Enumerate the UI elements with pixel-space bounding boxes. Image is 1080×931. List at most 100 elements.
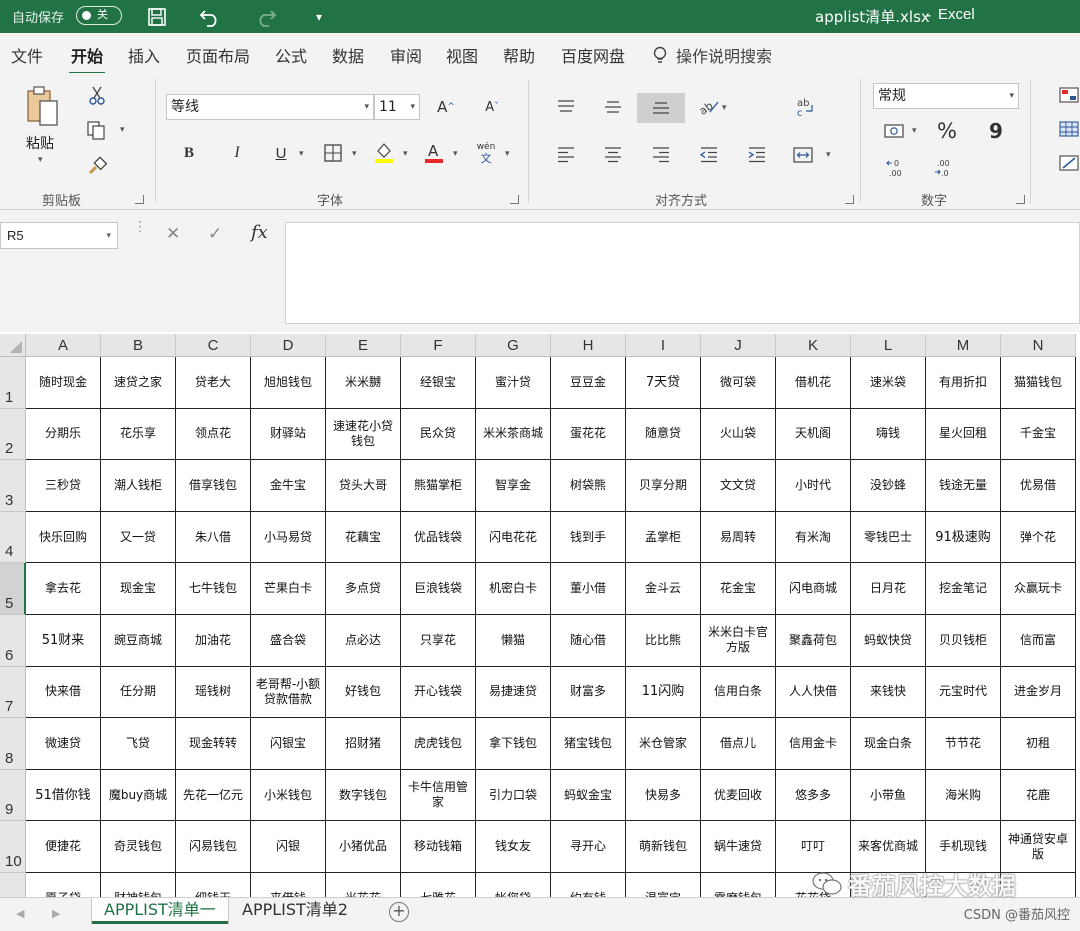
- tab-review[interactable]: 审阅: [390, 43, 422, 67]
- tab-data[interactable]: 数据: [332, 43, 364, 67]
- underline-button[interactable]: U: [270, 141, 292, 165]
- cell-i1[interactable]: 7天贷: [626, 357, 701, 409]
- cell-a11[interactable]: 原子贷: [26, 873, 101, 899]
- cell-i5[interactable]: 金斗云: [626, 563, 701, 615]
- cell-h2[interactable]: 蛋花花: [551, 408, 626, 461]
- row-header-5[interactable]: 5: [0, 563, 26, 615]
- font-launcher-icon[interactable]: [510, 195, 519, 204]
- borders-icon[interactable]: [321, 141, 345, 165]
- cell-h9[interactable]: 蚂蚁金宝: [551, 769, 626, 822]
- cell-e10[interactable]: 小猪优品: [326, 821, 401, 873]
- column-header-h[interactable]: H: [551, 334, 626, 357]
- bold-button[interactable]: B: [178, 141, 200, 165]
- cell-b5[interactable]: 现金宝: [101, 563, 176, 615]
- cell-a7[interactable]: 快来借: [26, 666, 101, 719]
- column-header-m[interactable]: M: [926, 334, 1001, 357]
- cell-k1[interactable]: 借机花: [776, 357, 851, 409]
- cell-g8[interactable]: 拿下钱包: [476, 718, 551, 770]
- cell-g7[interactable]: 易捷速贷: [476, 666, 551, 719]
- copy-icon[interactable]: [84, 119, 108, 141]
- clipboard-launcher-icon[interactable]: [135, 195, 144, 204]
- cell-d3[interactable]: 金牛宝: [251, 460, 326, 512]
- cell-l7[interactable]: 来钱快: [851, 666, 926, 719]
- cell-e9[interactable]: 数字钱包: [326, 769, 401, 822]
- row-header-2[interactable]: 2: [0, 408, 26, 461]
- cell-k9[interactable]: 悠多多: [776, 769, 851, 822]
- cell-k2[interactable]: 天机阁: [776, 408, 851, 461]
- select-all-button[interactable]: [0, 334, 26, 357]
- phonetic-dropdown-icon[interactable]: ▾: [505, 149, 510, 159]
- format-as-table-icon[interactable]: [1058, 119, 1080, 139]
- cell-l1[interactable]: 速米袋: [851, 357, 926, 409]
- tab-formulas[interactable]: 公式: [275, 43, 307, 67]
- cell-f7[interactable]: 开心钱袋: [401, 666, 476, 719]
- cell-g3[interactable]: 智享金: [476, 460, 551, 512]
- accounting-format-icon[interactable]: [882, 119, 908, 143]
- cell-k4[interactable]: 有米淘: [776, 511, 851, 564]
- cell-n2[interactable]: 千金宝: [1001, 408, 1076, 461]
- cell-a2[interactable]: 分期乐: [26, 408, 101, 461]
- cell-f3[interactable]: 熊猫掌柜: [401, 460, 476, 512]
- cell-j4[interactable]: 易周转: [701, 511, 776, 564]
- cell-a4[interactable]: 快乐回购: [26, 511, 101, 564]
- comma-style-button[interactable]: 9: [984, 117, 1008, 145]
- cell-n6[interactable]: 信而富: [1001, 615, 1076, 667]
- insert-function-button[interactable]: fx: [251, 222, 268, 243]
- font-size-combo[interactable]: 11 ▾: [374, 94, 420, 120]
- cell-h7[interactable]: 财富多: [551, 666, 626, 719]
- cell-m4[interactable]: 91极速购: [926, 511, 1001, 564]
- cell-b4[interactable]: 又一贷: [101, 511, 176, 564]
- cell-a3[interactable]: 三秒贷: [26, 460, 101, 512]
- cell-j2[interactable]: 火山袋: [701, 408, 776, 461]
- column-header-f[interactable]: F: [401, 334, 476, 357]
- cell-c11[interactable]: 细钱天: [176, 873, 251, 899]
- enter-icon[interactable]: ✓: [208, 224, 222, 244]
- cell-m6[interactable]: 贝贝钱柜: [926, 615, 1001, 667]
- cell-b10[interactable]: 奇灵钱包: [101, 821, 176, 873]
- cell-c1[interactable]: 贷老大: [176, 357, 251, 409]
- cell-j9[interactable]: 优麦回收: [701, 769, 776, 822]
- cell-i2[interactable]: 随意贷: [626, 408, 701, 461]
- cell-g4[interactable]: 闪电花花: [476, 511, 551, 564]
- cell-m3[interactable]: 钱途无量: [926, 460, 1001, 512]
- autosave-toggle[interactable]: 关: [76, 6, 122, 25]
- cell-a9[interactable]: 51借你钱: [26, 769, 101, 822]
- alignment-launcher-icon[interactable]: [845, 195, 854, 204]
- cell-i8[interactable]: 米仓管家: [626, 718, 701, 770]
- cell-k5[interactable]: 闪电商城: [776, 563, 851, 615]
- cell-l4[interactable]: 零钱巴士: [851, 511, 926, 564]
- name-box[interactable]: R5 ▾: [0, 222, 118, 249]
- cell-b8[interactable]: 飞贷: [101, 718, 176, 770]
- sheet-tab-applist-1[interactable]: APPLIST清单一: [92, 898, 228, 924]
- increase-indent-icon[interactable]: [744, 143, 770, 167]
- cell-j1[interactable]: 微可袋: [701, 357, 776, 409]
- bottom-align-icon[interactable]: [648, 95, 674, 119]
- italic-button[interactable]: I: [226, 141, 248, 165]
- cell-l6[interactable]: 蚂蚁快贷: [851, 615, 926, 667]
- accounting-dropdown-icon[interactable]: ▾: [912, 126, 917, 136]
- cell-m2[interactable]: 星火回租: [926, 408, 1001, 461]
- row-header-9[interactable]: 9: [0, 769, 26, 822]
- cell-g2[interactable]: 米米茶商城: [476, 408, 551, 461]
- copy-dropdown-icon[interactable]: ▾: [120, 125, 125, 135]
- cell-h11[interactable]: 约有钱: [551, 873, 626, 899]
- column-header-b[interactable]: B: [101, 334, 176, 357]
- cell-i9[interactable]: 快易多: [626, 769, 701, 822]
- cell-m9[interactable]: 海米购: [926, 769, 1001, 822]
- cell-c3[interactable]: 借享钱包: [176, 460, 251, 512]
- cell-j7[interactable]: 信用白条: [701, 666, 776, 719]
- cell-h5[interactable]: 董小借: [551, 563, 626, 615]
- row-header-6[interactable]: 6: [0, 615, 26, 667]
- align-center-icon[interactable]: [600, 143, 626, 167]
- cell-h1[interactable]: 豆豆金: [551, 357, 626, 409]
- paste-dropdown-icon[interactable]: ▾: [38, 155, 43, 165]
- next-sheet-icon[interactable]: ▶: [52, 907, 60, 920]
- cell-h6[interactable]: 随心借: [551, 615, 626, 667]
- middle-align-icon[interactable]: [600, 95, 626, 119]
- cell-f2[interactable]: 民众贷: [401, 408, 476, 461]
- cell-a10[interactable]: 便捷花: [26, 821, 101, 873]
- cell-f10[interactable]: 移动钱箱: [401, 821, 476, 873]
- cell-d1[interactable]: 旭旭钱包: [251, 357, 326, 409]
- sheet-tab-applist-2[interactable]: APPLIST清单2: [230, 898, 360, 924]
- tab-page-layout[interactable]: 页面布局: [186, 43, 250, 67]
